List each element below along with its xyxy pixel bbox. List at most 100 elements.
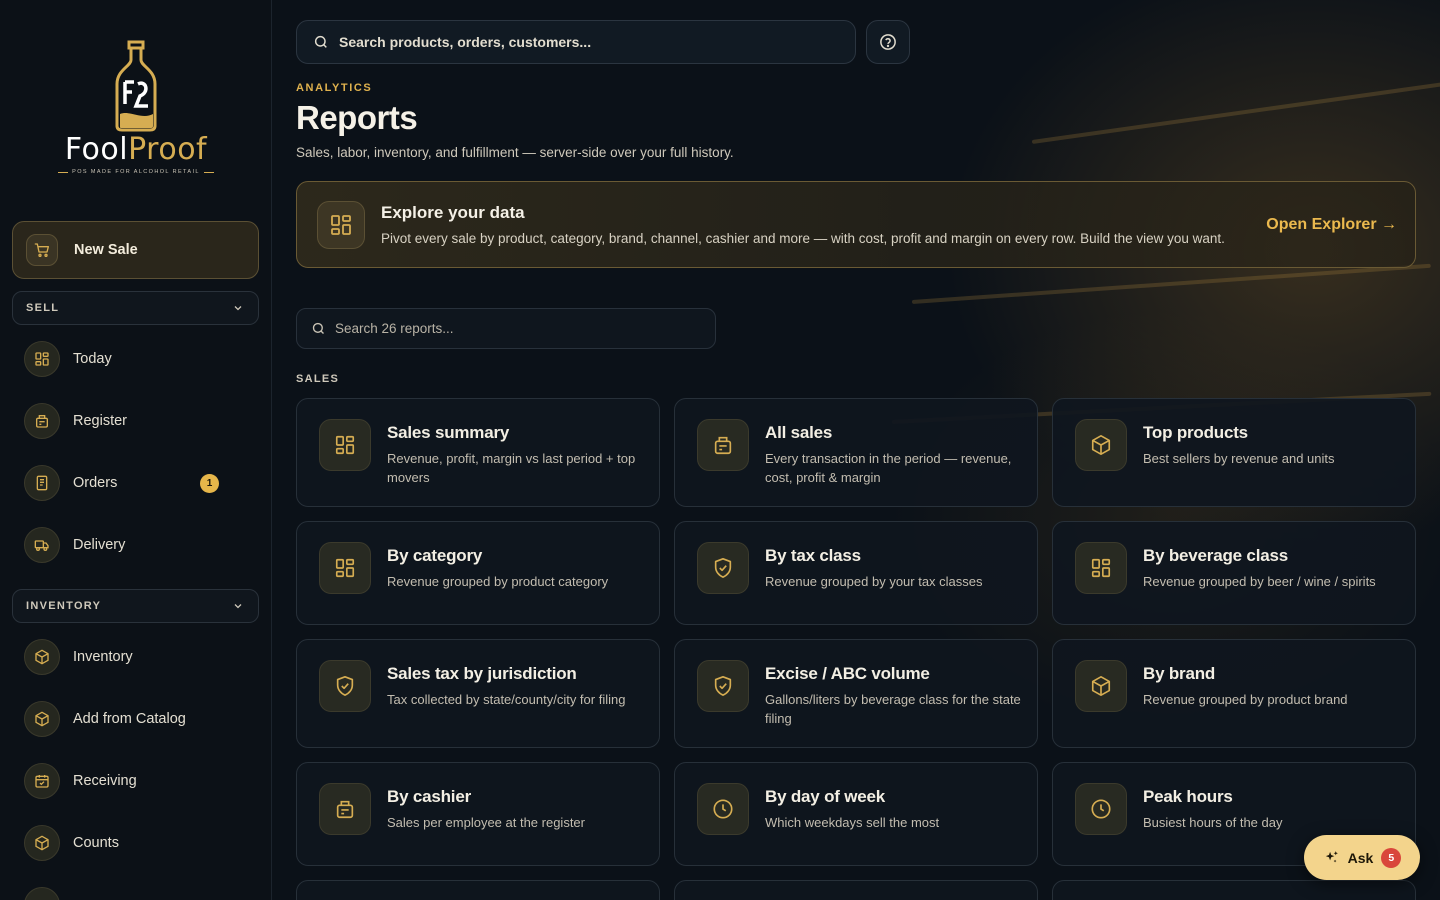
card-title: Sales summary [387,423,510,442]
card-title: Excise / ABC volume [765,664,930,683]
background-shelf [911,263,1431,304]
sidebar-item-today[interactable]: Today [24,339,259,379]
sell-group-toggle[interactable]: SELL [12,291,259,325]
sidebar-item-inventory[interactable]: Inventory [24,637,259,677]
sell-group-label: SELL [26,302,60,314]
card-description: Which weekdays sell the most [765,815,940,830]
card-description: Every transaction in the period — revenu… [765,451,1012,485]
card-description: Revenue grouped by product brand [1143,692,1348,707]
card-description: Revenue grouped by product category [387,574,609,589]
card-description: Best sellers by revenue and units [1143,451,1335,466]
report-card-sales-tax-by-jurisdiction[interactable]: Sales tax by jurisdiction Tax collected … [296,639,660,748]
page-title: Reports [296,99,418,136]
ask-notification-badge: 5 [1381,847,1402,868]
card-description: Revenue grouped by your tax classes [765,574,983,589]
bottle-logo-icon [115,40,157,132]
card-title: Sales tax by jurisdiction [387,664,577,683]
card-description: Sales per employee at the register [387,815,585,830]
report-card-by-tax-class[interactable]: By tax class Revenue grouped by your tax… [674,521,1038,625]
cart-icon [26,234,58,266]
card-title: By day of week [765,787,886,806]
new-sale-button[interactable]: New Sale [12,221,259,279]
grid-icon [1075,542,1127,594]
brand-wordmark: FoolProof [64,132,208,167]
background-shelf [1031,81,1440,144]
sidebar-item-label: Orders [73,475,118,491]
card-description: Tax collected by state/county/city for f… [387,692,626,707]
clock-icon [697,783,749,835]
report-card-by-beverage-class[interactable]: By beverage class Revenue grouped by bee… [1052,521,1416,625]
register-icon [319,783,371,835]
box-icon [24,887,60,900]
sidebar-item-register[interactable]: Register [24,401,259,441]
search-icon [314,35,327,48]
sidebar-item-add-from-catalog[interactable]: Add from Catalog [24,699,259,739]
box-icon [1075,660,1127,712]
report-card[interactable] [1052,880,1416,900]
sidebar-item-label: Today [73,351,112,367]
sidebar-item-label: Add from Catalog [73,711,186,727]
open-explorer-link[interactable]: Open Explorer → [1266,216,1397,234]
card-description: Gallons/liters by beverage class for the… [765,692,1021,726]
card-title: By cashier [387,787,471,806]
orders-count-badge: 1 [200,474,219,493]
page-eyebrow: ANALYTICS [296,82,373,94]
report-card[interactable] [674,880,1038,900]
report-card-excise-abc-volume[interactable]: Excise / ABC volume Gallons/liters by be… [674,639,1038,748]
card-description: Busiest hours of the day [1143,815,1283,830]
brand-logo[interactable]: FoolProof POS MADE FOR ALCOHOL RETAIL [54,40,218,180]
sparkle-icon [1325,851,1338,863]
report-card[interactable] [296,880,660,900]
global-search[interactable] [296,20,856,64]
shield-check-icon [697,660,749,712]
section-label-sales: SALES [296,373,340,385]
sidebar-item-more[interactable] [24,885,259,900]
ask-button[interactable]: Ask 5 [1304,835,1420,880]
card-title: By brand [1143,664,1216,683]
new-sale-label: New Sale [74,242,138,258]
box-icon [24,825,60,861]
ask-label: Ask [1347,849,1374,866]
grid-icon [24,341,60,377]
report-card-top-products[interactable]: Top products Best sellers by revenue and… [1052,398,1416,507]
report-card-all-sales[interactable]: All sales Every transaction in the perio… [674,398,1038,507]
help-button[interactable] [866,20,910,64]
global-search-input[interactable] [339,34,819,50]
card-title: Top products [1143,423,1248,442]
sidebar-item-receiving[interactable]: Receiving [24,761,259,801]
grid-icon [319,419,371,471]
explorer-title: Explore your data [381,203,525,222]
inventory-group-toggle[interactable]: INVENTORY [12,589,259,623]
explorer-description: Pivot every sale by product, category, b… [381,231,1225,246]
grid-icon [317,200,365,249]
truck-icon [24,527,60,563]
report-card-by-brand[interactable]: By brand Revenue grouped by product bran… [1052,639,1416,748]
sidebar-item-delivery[interactable]: Delivery [24,525,259,565]
report-card-by-cashier[interactable]: By cashier Sales per employee at the reg… [296,762,660,866]
register-icon [24,403,60,439]
calendar-check-icon [24,763,60,799]
reports-search[interactable] [296,308,716,349]
clock-icon [1075,783,1127,835]
chevron-down-icon [234,604,242,609]
report-card-by-day-of-week[interactable]: By day of week Which weekdays sell the m… [674,762,1038,866]
box-icon [24,701,60,737]
report-card-by-category[interactable]: By category Revenue grouped by product c… [296,521,660,625]
page-subtitle: Sales, labor, inventory, and fulfillment… [296,145,734,160]
sidebar: FoolProof POS MADE FOR ALCOHOL RETAIL Ne… [0,0,272,900]
question-circle-icon [880,34,896,50]
report-card-sales-summary[interactable]: Sales summary Revenue, profit, margin vs… [296,398,660,507]
sidebar-item-label: Receiving [73,773,137,789]
card-title: Peak hours [1143,787,1233,806]
card-title: By tax class [765,546,861,565]
brand-tagline: POS MADE FOR ALCOHOL RETAIL [54,169,218,175]
reports-search-input[interactable] [335,321,705,336]
search-icon [312,322,324,334]
sidebar-item-orders[interactable]: Orders 1 [24,463,259,503]
card-title: By beverage class [1143,546,1288,565]
card-description: Revenue, profit, margin vs last period +… [387,451,636,485]
sidebar-item-counts[interactable]: Counts [24,823,259,863]
sidebar-item-label: Inventory [73,649,133,665]
explorer-banner[interactable]: Explore your data Pivot every sale by pr… [296,181,1416,268]
shield-check-icon [697,542,749,594]
